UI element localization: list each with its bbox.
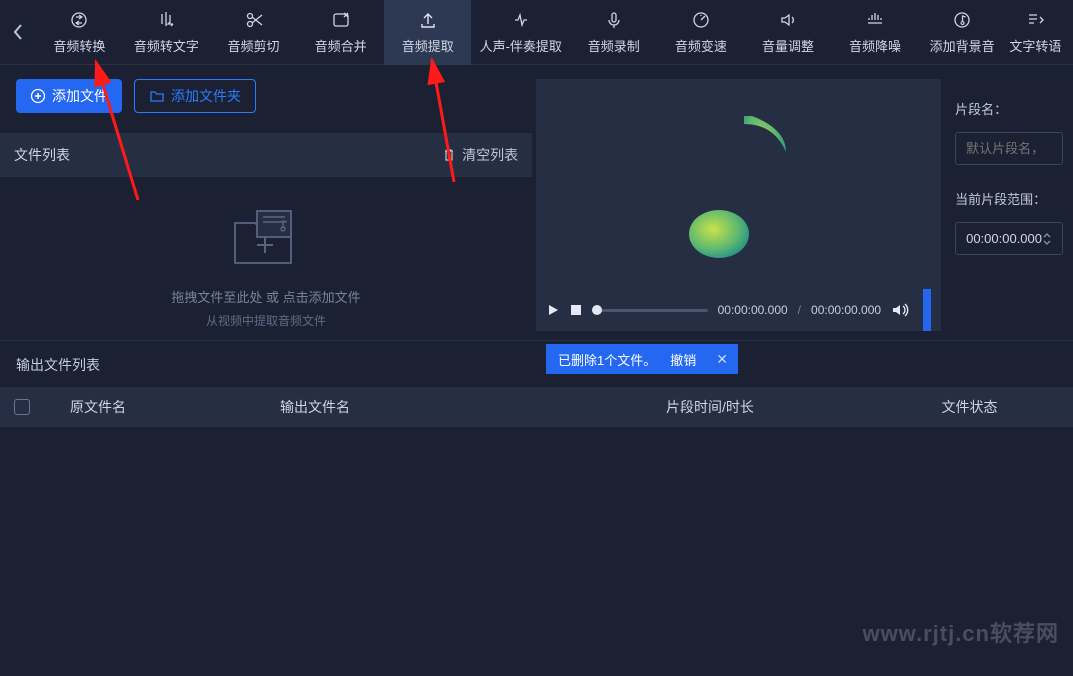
- output-table-body: [0, 427, 1073, 647]
- tool-label: 音频转文字: [134, 36, 199, 55]
- time-current: 00:00:00.000: [718, 303, 788, 317]
- noise-reduce-icon: [865, 10, 885, 30]
- tool-audio-to-text[interactable]: 音频转文字: [123, 0, 210, 65]
- merge-icon: [331, 10, 351, 30]
- segment-range-value: 00:00:00.000: [966, 231, 1042, 246]
- audio-text-icon: [156, 10, 176, 30]
- button-row: 添加文件 添加文件夹: [16, 79, 516, 113]
- dropzone-folder-icon: [227, 201, 305, 273]
- preview-panel: 00:00:00.000 / 00:00:00.000 片段名： 当前片段范围：…: [532, 65, 1073, 340]
- segment-side-panel: 片段名： 当前片段范围： 00:00:00.000: [955, 79, 1063, 340]
- top-toolbar: 音频转换 音频转文字 音频剪切 音频合并 音频提取 人声-伴奏提取: [0, 0, 1073, 65]
- tool-label: 音量调整: [762, 36, 814, 55]
- add-file-label: 添加文件: [52, 86, 108, 106]
- tool-label: 音频提取: [402, 36, 454, 55]
- stop-button[interactable]: [570, 304, 582, 316]
- tool-audio-merge[interactable]: 音频合并: [297, 0, 384, 65]
- tool-label: 音频降噪: [849, 36, 901, 55]
- tool-add-bgm[interactable]: 添加背景音: [919, 0, 1006, 65]
- tool-audio-speed[interactable]: 音频变速: [657, 0, 744, 65]
- back-button[interactable]: [8, 12, 28, 52]
- select-all-cell: [14, 399, 70, 415]
- play-button[interactable]: [546, 303, 560, 317]
- volume-icon: [778, 10, 798, 30]
- trash-icon: [442, 148, 456, 162]
- plus-circle-icon: [30, 88, 46, 104]
- preview-box: 00:00:00.000 / 00:00:00.000: [536, 79, 941, 331]
- tool-label: 音频剪切: [228, 36, 280, 55]
- bgm-icon: [952, 10, 972, 30]
- select-all-checkbox[interactable]: [14, 399, 30, 415]
- tool-label: 音频变速: [675, 36, 727, 55]
- volume-button[interactable]: [891, 302, 909, 318]
- tool-audio-convert[interactable]: 音频转换: [36, 0, 123, 65]
- player-action-button[interactable]: [923, 289, 931, 331]
- tool-audio-record[interactable]: 音频录制: [570, 0, 657, 65]
- tool-noise-reduce[interactable]: 音频降噪: [832, 0, 919, 65]
- output-section-title: 输出文件列表: [0, 340, 1073, 387]
- add-file-button[interactable]: 添加文件: [16, 79, 122, 113]
- tool-label: 音频录制: [588, 36, 640, 55]
- toast-close-button[interactable]: ✕: [716, 351, 728, 368]
- left-panel: 添加文件 添加文件夹 文件列表 清空列表 拖拽文件至此处 或 点击添加文件 从视…: [0, 65, 532, 340]
- toast-message: 已删除1个文件。: [558, 350, 656, 369]
- add-folder-label: 添加文件夹: [171, 86, 241, 106]
- convert-icon: [69, 10, 89, 30]
- tool-label: 添加背景音: [930, 36, 995, 55]
- segment-name-label: 片段名：: [955, 99, 1063, 118]
- extract-icon: [418, 10, 438, 30]
- clear-list-label: 清空列表: [462, 145, 518, 165]
- folder-icon: [149, 88, 165, 104]
- speed-icon: [691, 10, 711, 30]
- dropzone-line1: 拖拽文件至此处 或 点击添加文件: [16, 287, 516, 306]
- tool-text-to-speech[interactable]: 文字转语: [1006, 0, 1065, 65]
- col-file-status: 文件状态: [880, 397, 1059, 417]
- progress-slider[interactable]: [592, 309, 708, 312]
- add-folder-button[interactable]: 添加文件夹: [134, 79, 256, 113]
- tool-label: 音频转换: [53, 36, 105, 55]
- output-table-header: 原文件名 输出文件名 片段时间/时长 文件状态: [0, 387, 1073, 427]
- dropzone-line2: 从视频中提取音频文件: [16, 312, 516, 329]
- scissors-icon: [244, 10, 264, 30]
- dropzone[interactable]: 拖拽文件至此处 或 点击添加文件 从视频中提取音频文件: [16, 177, 516, 329]
- progress-knob[interactable]: [592, 305, 602, 315]
- mic-icon: [604, 10, 624, 30]
- file-list-header: 文件列表 清空列表: [0, 133, 532, 177]
- preview-placeholder: [536, 79, 941, 289]
- col-output-name: 输出文件名: [280, 397, 540, 417]
- toast-undo-button[interactable]: 撤销: [670, 350, 696, 369]
- tool-volume-adjust[interactable]: 音量调整: [744, 0, 831, 65]
- delete-toast: 已删除1个文件。 撤销 ✕: [546, 344, 738, 374]
- main-row: 添加文件 添加文件夹 文件列表 清空列表 拖拽文件至此处 或 点击添加文件 从视…: [0, 65, 1073, 340]
- time-separator: /: [798, 303, 801, 317]
- time-total: 00:00:00.000: [811, 303, 881, 317]
- clear-list-button[interactable]: 清空列表: [442, 145, 518, 165]
- tool-vocal-separate[interactable]: 人声-伴奏提取: [471, 0, 570, 65]
- col-source-name: 原文件名: [70, 397, 280, 417]
- tool-audio-extract[interactable]: 音频提取: [384, 0, 471, 65]
- tool-label: 音频合并: [315, 36, 367, 55]
- watermark: www.rjtj.cn软荐网: [862, 616, 1059, 648]
- tool-label: 文字转语: [1009, 36, 1061, 55]
- music-note-icon: [674, 104, 804, 264]
- segment-name-input[interactable]: [955, 132, 1063, 165]
- tool-audio-cut[interactable]: 音频剪切: [210, 0, 297, 65]
- segment-range-label: 当前片段范围：: [955, 189, 1063, 208]
- col-segment-time: 片段时间/时长: [540, 397, 880, 417]
- tool-label: 人声-伴奏提取: [480, 36, 562, 55]
- vocal-separate-icon: [511, 10, 531, 30]
- player-bar: 00:00:00.000 / 00:00:00.000: [536, 289, 941, 331]
- segment-range-input[interactable]: 00:00:00.000: [955, 222, 1063, 255]
- stepper-arrows-icon: [1042, 232, 1052, 246]
- file-list-title: 文件列表: [14, 145, 70, 165]
- tts-icon: [1025, 10, 1045, 30]
